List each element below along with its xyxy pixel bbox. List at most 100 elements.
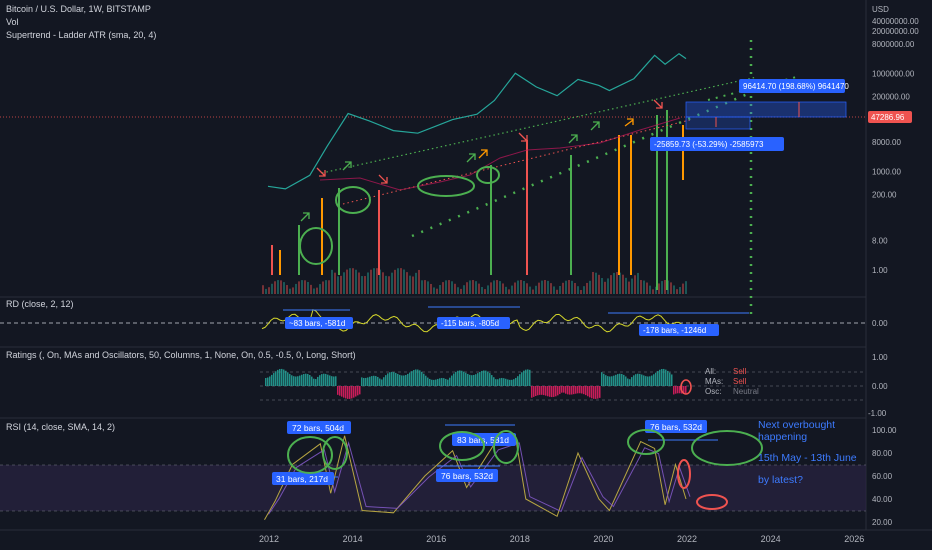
ratings-column [551,386,553,398]
ratings-column [375,376,377,386]
rsi-badge-label: 76 bars, 532d [650,422,702,432]
volume-bar [439,285,441,294]
volume-bar [334,272,336,294]
long-position-box[interactable] [685,101,847,118]
ratings-osc-label: Osc: [705,387,721,396]
volume-bar [565,280,567,294]
volume-bar [337,276,339,294]
ratings-column [335,376,337,386]
ratings-column [545,386,547,396]
ratings-column [557,386,559,396]
time-tick-label: 2022 [677,534,697,544]
ratings-column [609,376,611,386]
ratings-column [675,386,677,394]
last-price-label: 47286.96 [871,113,905,122]
volume-bar [679,286,681,294]
ratings-column [647,376,649,386]
ratings-column [289,373,291,386]
ratings-column [625,376,627,386]
volume-bar [409,275,411,294]
ratings-column [521,372,523,386]
ratings-column [495,379,497,386]
ratings-column [321,374,323,386]
volume-bar [583,286,585,294]
note-text: 15th May - 13th June [758,452,857,464]
volume-bar [415,272,417,294]
ratings-column [607,376,609,386]
ratings-column [547,386,549,397]
ratings-column [477,373,479,386]
volume-bar [631,278,633,294]
ratings-column [381,379,383,386]
green-arrow-icon [342,161,352,171]
volume-bar [397,268,399,294]
volume-bar [430,283,432,294]
volume-bar [457,287,459,294]
ratings-column [425,375,427,386]
ratings-column [489,373,491,386]
volume-bar [523,280,525,294]
short-position-box[interactable] [685,116,751,130]
ratings-column [667,370,669,386]
ratings-column [479,371,481,386]
ratings-column [571,386,573,395]
volume-bar [574,282,576,294]
volume-bar [535,285,537,294]
volume-bar [274,281,276,294]
ratings-column [553,386,555,397]
ratings-column [599,386,601,398]
ratings-column [617,374,619,386]
volume-bar [310,284,312,294]
ratings-column [307,374,309,386]
ratings-column [673,386,675,395]
vol-label: Vol [6,17,19,27]
volume-bars [262,268,687,294]
ratings-column [373,375,375,386]
volume-bar [589,280,591,294]
volume-bar [481,287,483,294]
ratings-column [419,370,421,386]
ratings-column [433,379,435,386]
ratings-column [371,376,373,386]
ratings-column [323,373,325,386]
ratings-column [671,374,673,386]
volume-bar [388,276,390,294]
volume-bar [304,280,306,294]
ratings-column [347,386,349,399]
ratings-column [543,386,545,396]
rsi-tick-label: 100.00 [872,426,897,435]
ratings-column [367,377,369,386]
volume-bar [433,287,435,294]
ratings-column [293,376,295,386]
rsi-tick-label: 80.00 [872,449,893,458]
volume-bar [376,268,378,294]
rd-badge-label: ~83 bars, -581d [289,319,345,328]
rsi-badge-label: 31 bars, 217d [276,474,328,484]
note-text: Next overbought [758,419,835,431]
ratings-column [567,386,569,395]
volume-bar [586,282,588,294]
volume-bar [343,272,345,294]
ratings-column [623,374,625,386]
volume-bar [607,278,609,294]
ratings-column [357,386,359,396]
ratings-column [299,375,301,386]
volume-bar [451,281,453,294]
ratings-column [303,374,305,386]
volume-bar [445,280,447,294]
ratings-column [315,379,317,386]
ratings-column [503,378,505,386]
volume-bar [373,268,375,294]
volume-bar [649,285,651,294]
chart-canvas[interactable]: Bitcoin / U.S. Dollar, 1W, BITSTAMP Vol … [0,0,932,550]
ratings-column [345,386,347,399]
ratings-all-value: Sell [733,367,747,376]
price-tick-label: 8000000.00 [872,40,915,49]
volume-bar [412,276,414,294]
ratings-column [533,386,535,397]
ratings-column [455,371,457,386]
ratings-axis-tick: -1.00 [868,409,887,418]
volume-bar [364,276,366,294]
volume-bar [628,281,630,294]
ratings-column [451,375,453,386]
